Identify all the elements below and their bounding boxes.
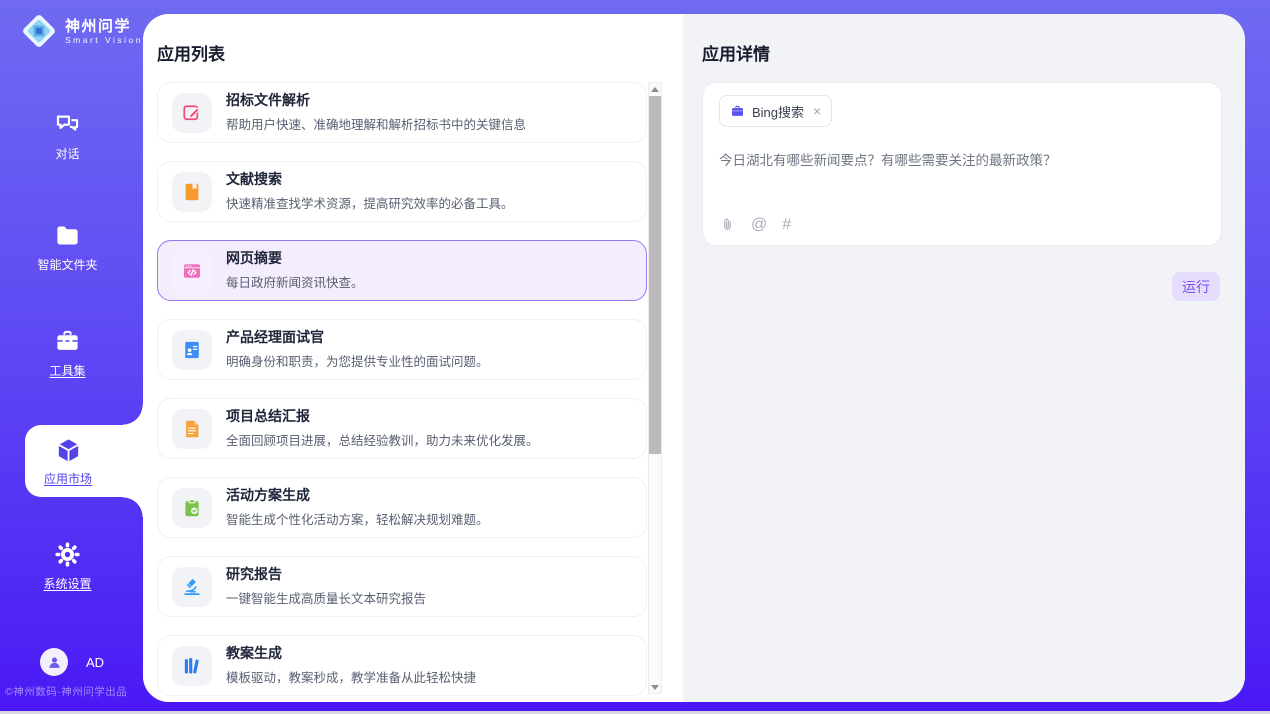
app-card[interactable]: 网页摘要 每日政府新闻资讯快查。 <box>157 240 647 301</box>
app-card[interactable]: 活动方案生成 智能生成个性化活动方案，轻松解决规划难题。 <box>157 477 647 538</box>
app-card-description: 帮助用户快速、准确地理解和解析招标书中的关键信息 <box>226 114 526 133</box>
app-list: 招标文件解析 帮助用户快速、准确地理解和解析招标书中的关键信息 文献搜索 快速精… <box>157 82 647 702</box>
app-card[interactable]: 招标文件解析 帮助用户快速、准确地理解和解析招标书中的关键信息 <box>157 82 647 143</box>
triangle-up-icon <box>651 87 659 92</box>
folder-icon <box>54 222 81 249</box>
app-card-title: 招标文件解析 <box>226 92 526 109</box>
app-icon <box>172 172 212 212</box>
microscope-icon <box>181 576 203 598</box>
run-button[interactable]: 运行 <box>1172 272 1220 301</box>
app-card[interactable]: 研究报告 一键智能生成高质量长文本研究报告 <box>157 556 647 617</box>
brand-name: 神州问学 <box>65 18 143 35</box>
brand-subtitle: Smart Vision <box>65 35 143 45</box>
app-card-description: 智能生成个性化活动方案，轻松解决规划难题。 <box>226 509 489 528</box>
tool-tag-bing[interactable]: Bing搜索 × <box>719 95 832 127</box>
main-container: 应用列表 招标文件解析 帮助用户快速、准确地理解和解析招标书中的关键信息 文献搜… <box>143 14 1245 702</box>
app-card-description: 明确身份和职责，为您提供专业性的面试问题。 <box>226 351 489 370</box>
user-initials: AD <box>86 655 104 670</box>
sidebar-item-label: 应用市场 <box>44 470 92 487</box>
active-tab-fillet-bottom <box>123 497 143 517</box>
app-icon <box>172 93 212 133</box>
sidebar: 神州问学 Smart Vision 对话 智能文件夹 工具集 应用市场 系统设置… <box>0 0 143 714</box>
app-card-description: 每日政府新闻资讯快查。 <box>226 272 364 291</box>
briefcase-icon <box>730 104 745 119</box>
scrollbar <box>648 82 662 694</box>
prompt-input-card[interactable]: Bing搜索 × 今日湖北有哪些新闻要点？有哪些需要关注的最新政策？ @ # <box>702 82 1222 246</box>
app-card[interactable]: 文献搜索 快速精准查找学术资源，提高研究效率的必备工具。 <box>157 161 647 222</box>
sidebar-item-label: 工具集 <box>49 362 85 379</box>
sidebar-item-4[interactable]: 系统设置 <box>0 541 135 592</box>
brand-logo: 神州问学 Smart Vision <box>20 12 143 50</box>
app-card-title: 网页摘要 <box>226 250 364 267</box>
toolbox-icon <box>54 328 81 355</box>
copyright-footer: ©神州数码·神州问学出品 <box>5 684 127 699</box>
attach-file-button[interactable] <box>719 216 736 233</box>
active-tab-fillet-top <box>123 405 143 425</box>
app-icon <box>172 251 212 291</box>
report-doc-icon <box>181 418 203 440</box>
app-card-title: 教案生成 <box>226 645 476 662</box>
sidebar-item-0[interactable]: 对话 <box>0 111 135 162</box>
mention-button[interactable]: @ <box>751 216 767 233</box>
app-icon <box>172 646 212 686</box>
tool-tag-label: Bing搜索 <box>752 102 804 121</box>
books-icon <box>181 655 203 677</box>
app-icon <box>172 488 212 528</box>
hashtag-button[interactable]: # <box>782 216 791 233</box>
clipboard-check-icon <box>181 497 203 519</box>
app-card-title: 产品经理面试官 <box>226 329 489 346</box>
tag-close-icon[interactable]: × <box>813 104 821 118</box>
app-card[interactable]: 产品经理面试官 明确身份和职责，为您提供专业性的面试问题。 <box>157 319 647 380</box>
app-card-description: 一键智能生成高质量长文本研究报告 <box>226 588 426 607</box>
app-detail-pane: 应用详情 Bing搜索 × 今日湖北有哪些新闻要点？有哪些需要关注的最新政策？ … <box>683 14 1245 702</box>
app-icon <box>172 567 212 607</box>
edit-square-icon <box>181 102 203 124</box>
app-list-pane: 应用列表 招标文件解析 帮助用户快速、准确地理解和解析招标书中的关键信息 文献搜… <box>143 14 683 702</box>
scrollbar-thumb[interactable] <box>649 96 661 454</box>
app-icon <box>172 409 212 449</box>
app-card[interactable]: 项目总结汇报 全面回顾项目进展，总结经验教训，助力未来优化发展。 <box>157 398 647 459</box>
sidebar-item-label: 系统设置 <box>43 575 91 592</box>
app-card-description: 快速精准查找学术资源，提高研究效率的必备工具。 <box>226 193 514 212</box>
app-card-description: 全面回顾项目进展，总结经验教训，助力未来优化发展。 <box>226 430 539 449</box>
query-text: 今日湖北有哪些新闻要点？有哪些需要关注的最新政策？ <box>719 151 1205 170</box>
app-card[interactable]: 教案生成 模板驱动，教案秒成，教学准备从此轻松快捷 <box>157 635 647 696</box>
cube-icon <box>54 436 83 465</box>
book-icon <box>181 181 203 203</box>
sidebar-item-app-market[interactable]: 应用市场 <box>25 425 143 497</box>
app-card-description: 模板驱动，教案秒成，教学准备从此轻松快捷 <box>226 667 476 686</box>
app-card-title: 研究报告 <box>226 566 426 583</box>
brand-diamond-icon <box>20 12 58 50</box>
paperclip-icon <box>719 216 736 233</box>
scroll-up-button[interactable] <box>649 83 661 95</box>
app-card-title: 文献搜索 <box>226 171 514 188</box>
browser-code-icon <box>181 260 203 282</box>
sidebar-item-label: 智能文件夹 <box>37 256 97 273</box>
scroll-down-button[interactable] <box>649 681 661 693</box>
user-icon <box>46 654 63 671</box>
interview-doc-icon <box>181 339 203 361</box>
sidebar-item-1[interactable]: 智能文件夹 <box>0 222 135 273</box>
app-card-title: 活动方案生成 <box>226 487 489 504</box>
sidebar-item-2[interactable]: 工具集 <box>0 328 135 379</box>
gear-icon <box>54 541 81 568</box>
chat-icon <box>54 111 81 138</box>
app-card-title: 项目总结汇报 <box>226 408 539 425</box>
sidebar-item-label: 对话 <box>55 145 79 162</box>
app-icon <box>172 330 212 370</box>
app-list-title: 应用列表 <box>157 40 225 65</box>
user-avatar[interactable] <box>40 648 68 676</box>
app-detail-title: 应用详情 <box>702 40 770 65</box>
triangle-down-icon <box>651 685 659 690</box>
